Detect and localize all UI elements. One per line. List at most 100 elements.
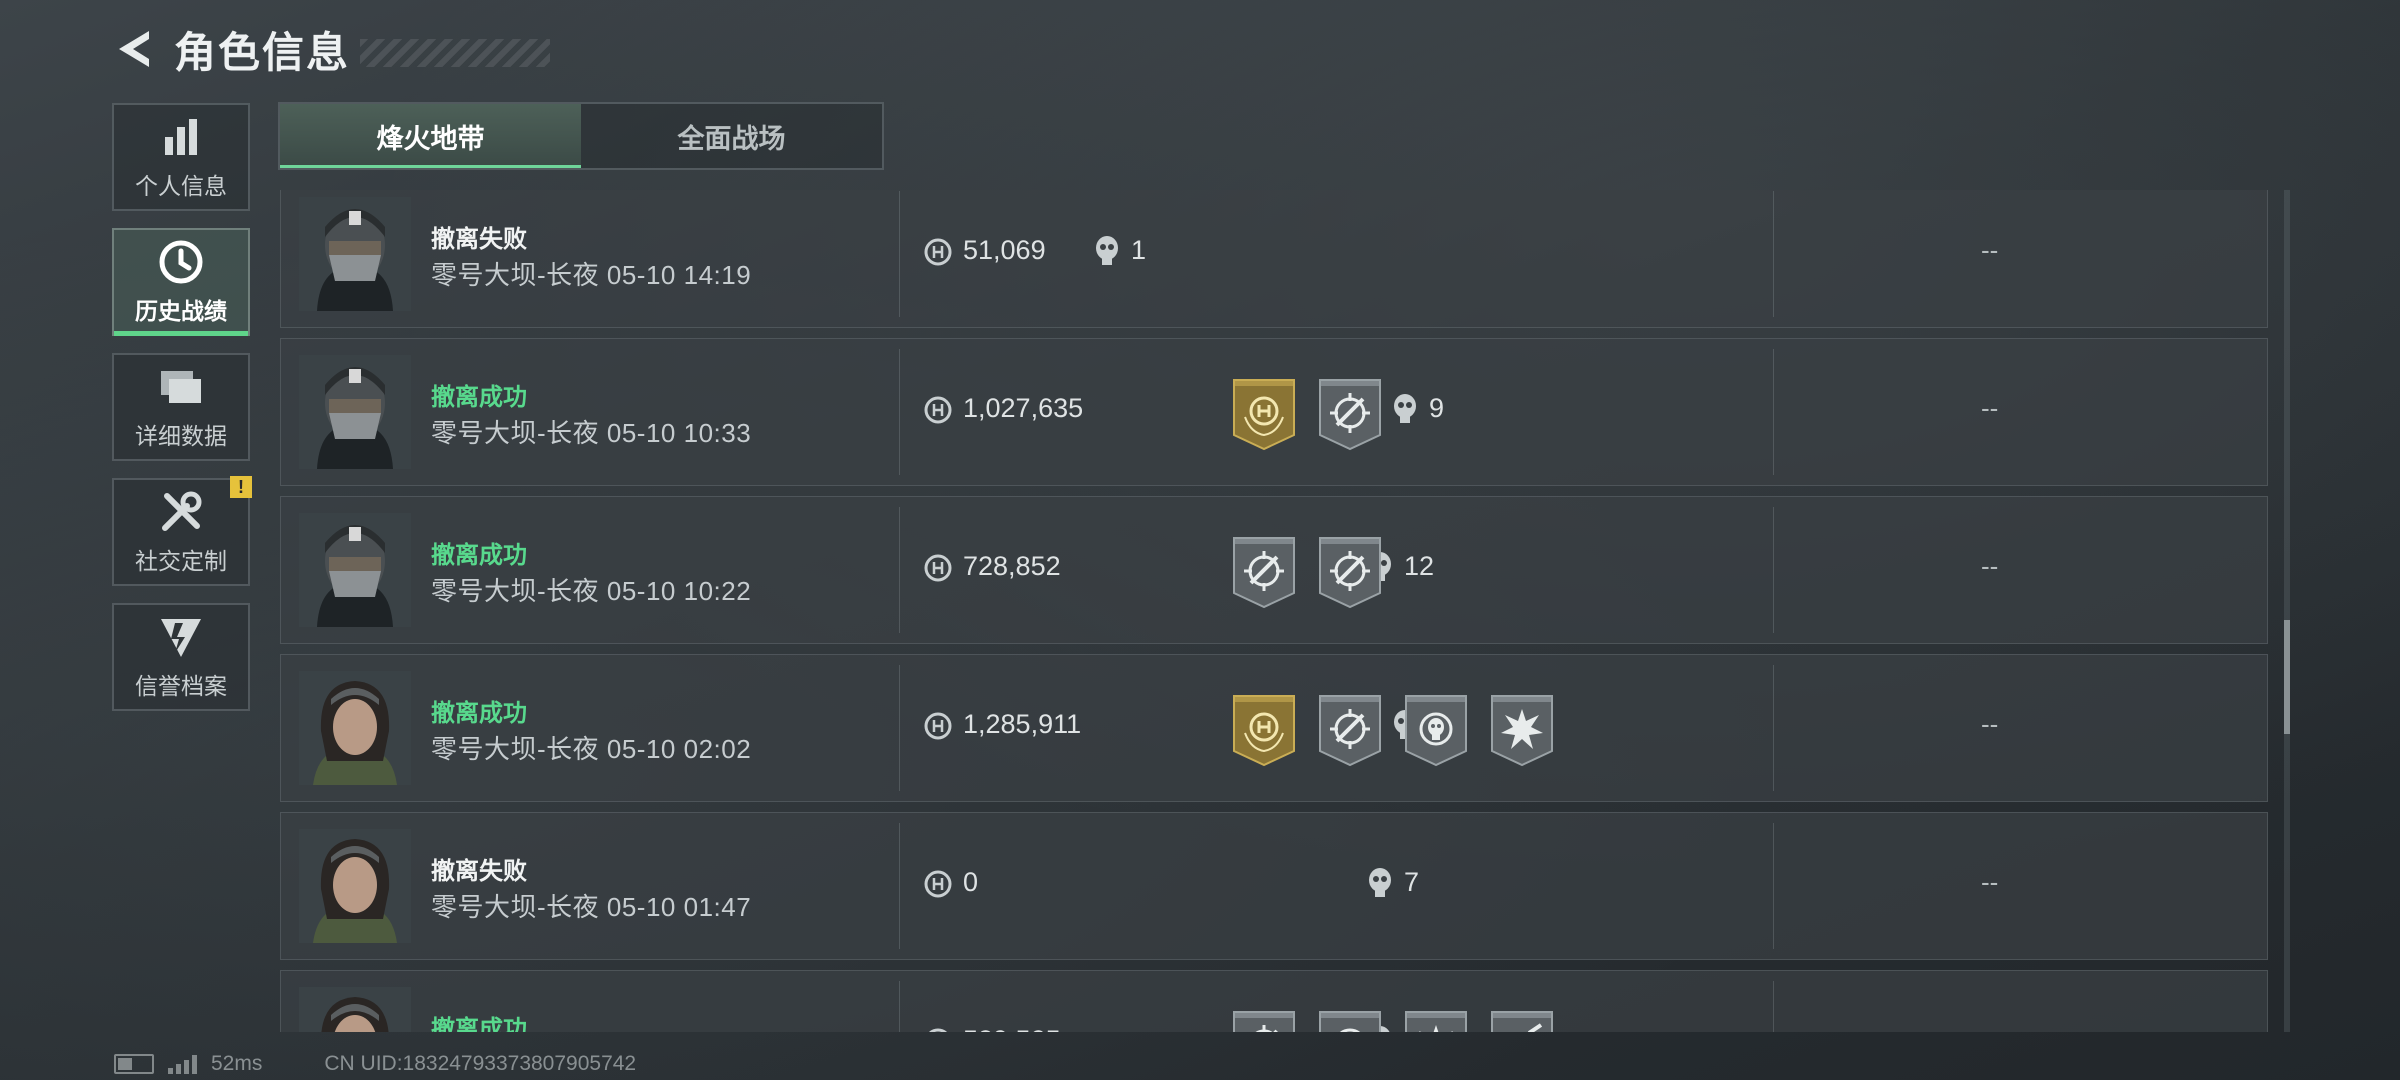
rating-placeholder: -- — [1981, 393, 1999, 423]
sidebar-item-reputation[interactable]: 信誉档案 — [112, 603, 250, 711]
extracted-value: 539,525 — [963, 1025, 1061, 1032]
sidebar-item-history[interactable]: 历史战绩 — [112, 228, 250, 336]
skull-target-badge[interactable] — [1317, 1009, 1383, 1032]
sidebar-item-social[interactable]: ! 社交定制 — [112, 476, 252, 586]
bar-chart-icon — [157, 113, 205, 161]
extracted-value: 1,027,635 — [963, 393, 1084, 423]
coin-icon — [924, 712, 952, 740]
scrollbar-thumb[interactable] — [2284, 620, 2290, 734]
column-divider — [1773, 823, 1774, 949]
column-divider — [899, 665, 900, 791]
kill-count: 12 — [1404, 551, 1435, 581]
battery-icon — [114, 1054, 154, 1074]
extraction-status: 撤离失败 — [431, 226, 527, 253]
title-decoration — [360, 39, 551, 67]
column-divider — [899, 981, 900, 1032]
tab-battlefield[interactable]: 全面战场 — [581, 104, 882, 168]
history-list[interactable]: 撤离失败 零号大坝-长夜 05-10 14:19 51,069 1 -- 撤离成功 零号大坝… — [280, 190, 2270, 1032]
rating-placeholder: -- — [1981, 1025, 1998, 1032]
explosion-badge[interactable] — [1403, 1009, 1469, 1032]
folders-icon — [157, 363, 205, 411]
medal-list — [1231, 535, 1383, 609]
column-divider — [1773, 981, 1774, 1032]
scrollbar[interactable] — [2284, 190, 2290, 1032]
map-and-time: 零号大坝-长夜 05-10 10:22 — [431, 576, 752, 606]
operator-avatar — [299, 987, 411, 1032]
operator-avatar — [299, 355, 411, 469]
history-record-row[interactable]: 撤离成功零号大坝-长夜 05-10 10:22 728,852 12 -- — [280, 496, 2268, 644]
column-divider — [899, 823, 900, 949]
column-divider — [1773, 507, 1774, 633]
rating-placeholder: -- — [1981, 867, 1999, 897]
operator-avatar — [299, 829, 411, 943]
sidebar-item-personal-info[interactable]: 个人信息 — [112, 103, 250, 211]
gold-coin-badge[interactable] — [1231, 377, 1297, 451]
explosion-badge[interactable] — [1489, 693, 1555, 767]
uid-text: CN UID:18324793373807905742 — [324, 1052, 637, 1075]
fist-badge[interactable] — [1489, 1009, 1555, 1032]
medal-list — [1231, 377, 1383, 451]
sidebar-item-label: 社交定制 — [135, 548, 227, 574]
extracted-value: 51,069 — [963, 235, 1046, 265]
history-record-row[interactable]: 撤离失败零号大坝-长夜 05-10 14:19 51,069 1 -- — [280, 190, 2268, 328]
status-footer: 52ms CN UID:18324793373807905742 — [114, 1052, 636, 1076]
kill-count: 7 — [1404, 867, 1420, 897]
medal-list — [1231, 1009, 1555, 1032]
coin-icon — [924, 396, 952, 424]
extraction-status: 撤离成功 — [431, 700, 527, 727]
skull-icon — [1369, 868, 1391, 897]
skull-icon — [1394, 394, 1416, 423]
kill-count: 9 — [1429, 393, 1445, 423]
gold-coin-badge[interactable] — [1231, 693, 1297, 767]
map-and-time: 零号大坝-长夜 05-10 01:47 — [431, 892, 752, 922]
extraction-status: 撤离成功 — [431, 542, 527, 569]
signal-icon — [168, 1054, 197, 1074]
ping-text: 52ms — [211, 1052, 263, 1075]
coin-icon — [924, 238, 952, 266]
history-record-row[interactable]: 撤离成功零号大坝-长夜 05-10 02:021,285,91118-- — [280, 654, 2268, 802]
crosshair-gun-badge[interactable] — [1317, 693, 1383, 767]
coin-icon — [924, 554, 952, 582]
tab-warzone[interactable]: 烽火地带 — [280, 104, 581, 168]
medal-list — [1231, 693, 1555, 767]
sidebar-item-details[interactable]: 详细数据 — [112, 353, 250, 461]
coin-icon — [928, 1028, 948, 1032]
warning-badge: ! — [230, 476, 252, 498]
column-divider — [899, 191, 900, 317]
map-and-time: 零号大坝-长夜 05-10 14:19 — [431, 260, 752, 290]
sidebar: 个人信息 历史战绩 详细数据 ! 社交定制 信誉档案 — [112, 103, 252, 728]
operator-avatar — [299, 513, 411, 627]
column-divider — [899, 349, 900, 475]
rating-placeholder: -- — [1981, 709, 1999, 739]
header: 角色信息 — [112, 22, 551, 76]
history-record-row[interactable]: 撤离成功零号大坝-长夜 05-10 01:35539,52522-- — [280, 970, 2268, 1032]
crosshair-gun-badge[interactable] — [1231, 535, 1297, 609]
history-record-row[interactable]: 撤离失败 零号大坝-长夜 05-10 01:47 0 7 -- — [280, 812, 2268, 960]
operator-avatar — [299, 197, 411, 311]
sidebar-item-label: 信誉档案 — [135, 673, 227, 699]
kill-count: 1 — [1131, 235, 1147, 265]
rating-placeholder: -- — [1981, 551, 1999, 581]
tools-icon — [157, 488, 205, 536]
extraction-status: 撤离成功 — [431, 1016, 527, 1032]
crosshair-gun-badge[interactable] — [1317, 377, 1383, 451]
sidebar-item-label: 历史战绩 — [135, 298, 227, 324]
back-arrow-icon[interactable] — [112, 26, 154, 72]
mode-tabs: 烽火地带 全面战场 — [278, 102, 884, 170]
extraction-status: 撤离失败 — [431, 858, 527, 885]
sidebar-item-label: 详细数据 — [135, 423, 227, 449]
operator-avatar — [299, 671, 411, 785]
map-and-time: 零号大坝-长夜 05-10 02:02 — [431, 734, 752, 764]
column-divider — [1773, 349, 1774, 475]
extraction-status: 撤离成功 — [431, 384, 527, 411]
history-record-row[interactable]: 撤离成功零号大坝-长夜 05-10 10:33 1,027,635 9 -- — [280, 338, 2268, 486]
coin-icon — [924, 870, 952, 898]
skull-target-badge[interactable] — [1403, 693, 1469, 767]
map-and-time: 零号大坝-长夜 05-10 10:33 — [431, 418, 752, 448]
crosshair-gun-badge[interactable] — [1231, 1009, 1297, 1032]
column-divider — [899, 507, 900, 633]
clock-history-icon — [157, 238, 205, 286]
crosshair-gun-badge[interactable] — [1317, 535, 1383, 609]
extracted-value: 728,852 — [963, 551, 1061, 581]
rating-placeholder: -- — [1981, 235, 1999, 265]
